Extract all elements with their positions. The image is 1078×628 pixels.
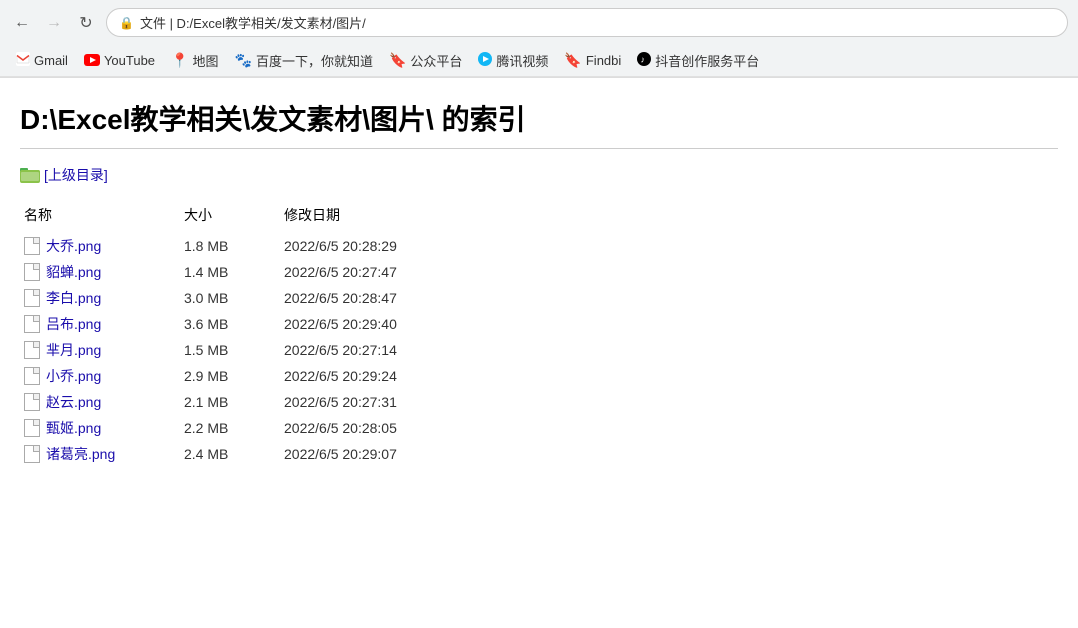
table-header-row: 名称 大小 修改日期 [20, 201, 1058, 233]
bookmark-youtube[interactable]: YouTube [78, 51, 161, 71]
file-date-cell: 2022/6/5 20:28:29 [280, 233, 1058, 259]
nav-bar: ← → ↻ 🔒 文件 | D:/Excel教学相关/发文素材/图片/ [0, 0, 1078, 45]
col-date-header: 修改日期 [280, 201, 1058, 233]
file-icon [24, 289, 40, 307]
address-text: 文件 | D:/Excel教学相关/发文素材/图片/ [140, 13, 366, 32]
bookmark-findbi[interactable]: 🔖 Findbi [558, 50, 627, 71]
file-icon [24, 445, 40, 463]
col-name-header: 名称 [20, 201, 180, 233]
folder-icon [20, 167, 40, 183]
file-name-cell: 貂蝉.png [20, 259, 180, 285]
file-date-cell: 2022/6/5 20:27:47 [280, 259, 1058, 285]
file-name-cell: 诸葛亮.png [20, 441, 180, 467]
file-icon [24, 393, 40, 411]
table-row: 芈月.png 1.5 MB2022/6/5 20:27:14 [20, 337, 1058, 363]
file-size-cell: 3.0 MB [180, 285, 280, 311]
file-size-cell: 2.2 MB [180, 415, 280, 441]
file-size-cell: 2.4 MB [180, 441, 280, 467]
file-name-cell: 芈月.png [20, 337, 180, 363]
file-icon [24, 263, 40, 281]
file-date-cell: 2022/6/5 20:29:40 [280, 311, 1058, 337]
bookmark-baidu[interactable]: 🐾百度一下，你就知道 [229, 49, 379, 72]
col-size-header: 大小 [180, 201, 280, 233]
file-table-body: 大乔.png 1.8 MB2022/6/5 20:28:29 貂蝉.png 1.4 M… [20, 233, 1058, 467]
file-date-cell: 2022/6/5 20:29:07 [280, 441, 1058, 467]
file-date-cell: 2022/6/5 20:27:31 [280, 389, 1058, 415]
back-button[interactable]: ← [10, 11, 34, 35]
parent-dir-link[interactable]: [上级目录] [44, 165, 108, 185]
table-row: 吕布.png 3.6 MB2022/6/5 20:29:40 [20, 311, 1058, 337]
file-size-cell: 2.9 MB [180, 363, 280, 389]
file-link[interactable]: 赵云.png [46, 392, 101, 412]
bookmarks-bar: GmailYouTube📍地图🐾百度一下，你就知道🔖公众平台腾讯视频🔖Findb… [0, 45, 1078, 77]
svg-text:♪: ♪ [641, 55, 646, 65]
maps-icon: 📍 [171, 52, 188, 69]
tencent-icon [478, 52, 492, 69]
file-date-cell: 2022/6/5 20:29:24 [280, 363, 1058, 389]
file-date-cell: 2022/6/5 20:27:14 [280, 337, 1058, 363]
file-icon [24, 367, 40, 385]
baidu-icon: 🐾 [235, 52, 252, 69]
file-size-cell: 1.4 MB [180, 259, 280, 285]
table-row: 小乔.png 2.9 MB2022/6/5 20:29:24 [20, 363, 1058, 389]
bookmark-findbi-label: Findbi [586, 53, 621, 68]
bookmark-baidu-label: 百度一下，你就知道 [256, 51, 373, 70]
file-table: 名称 大小 修改日期 大乔.png 1.8 MB2022/6/5 20:28:29… [20, 201, 1058, 467]
lock-icon: 🔒 [119, 16, 134, 30]
file-link[interactable]: 吕布.png [46, 314, 101, 334]
address-bar[interactable]: 🔒 文件 | D:/Excel教学相关/发文素材/图片/ [106, 8, 1068, 37]
file-date-cell: 2022/6/5 20:28:47 [280, 285, 1058, 311]
file-size-cell: 2.1 MB [180, 389, 280, 415]
file-name-cell: 赵云.png [20, 389, 180, 415]
table-row: 貂蝉.png 1.4 MB2022/6/5 20:27:47 [20, 259, 1058, 285]
file-name-cell: 李白.png [20, 285, 180, 311]
findbi-icon: 🔖 [564, 52, 581, 69]
youtube-icon [84, 53, 100, 69]
file-name-cell: 大乔.png [20, 233, 180, 259]
page-title: D:\Excel教学相关\发文素材\图片\ 的索引 [20, 98, 1058, 149]
table-row: 李白.png 3.0 MB2022/6/5 20:28:47 [20, 285, 1058, 311]
parent-dir: [上级目录] [20, 165, 1058, 185]
page-content: D:\Excel教学相关\发文素材\图片\ 的索引 [上级目录] 名称 大小 修… [0, 78, 1078, 598]
file-icon [24, 237, 40, 255]
browser-chrome: ← → ↻ 🔒 文件 | D:/Excel教学相关/发文素材/图片/ Gmail… [0, 0, 1078, 78]
file-link[interactable]: 诸葛亮.png [46, 444, 115, 464]
bookmark-tencent-label: 腾讯视频 [496, 51, 548, 70]
file-date-cell: 2022/6/5 20:28:05 [280, 415, 1058, 441]
bookmark-maps[interactable]: 📍地图 [165, 49, 224, 72]
bookmark-maps-label: 地图 [192, 51, 218, 70]
file-name-cell: 小乔.png [20, 363, 180, 389]
table-row: 大乔.png 1.8 MB2022/6/5 20:28:29 [20, 233, 1058, 259]
bookmark-tencent[interactable]: 腾讯视频 [472, 49, 554, 72]
table-row: 赵云.png 2.1 MB2022/6/5 20:27:31 [20, 389, 1058, 415]
table-row: 诸葛亮.png 2.4 MB2022/6/5 20:29:07 [20, 441, 1058, 467]
file-name-cell: 吕布.png [20, 311, 180, 337]
gmail-icon [16, 52, 30, 69]
file-link[interactable]: 小乔.png [46, 366, 101, 386]
file-name-cell: 甄姬.png [20, 415, 180, 441]
bookmark-gongzhong[interactable]: 🔖公众平台 [383, 49, 468, 72]
file-link[interactable]: 甄姬.png [46, 418, 101, 438]
file-link[interactable]: 芈月.png [46, 340, 101, 360]
file-icon [24, 315, 40, 333]
file-link[interactable]: 李白.png [46, 288, 101, 308]
bookmark-youtube-label: YouTube [104, 53, 155, 68]
file-link[interactable]: 大乔.png [46, 236, 101, 256]
bookmark-douyin-label: 抖音创作服务平台 [655, 51, 759, 70]
file-size-cell: 1.5 MB [180, 337, 280, 363]
gongzhong-icon: 🔖 [389, 52, 406, 69]
reload-button[interactable]: ↻ [74, 11, 98, 35]
table-row: 甄姬.png 2.2 MB2022/6/5 20:28:05 [20, 415, 1058, 441]
file-size-cell: 1.8 MB [180, 233, 280, 259]
bookmark-gmail-label: Gmail [34, 53, 68, 68]
file-icon [24, 341, 40, 359]
file-icon [24, 419, 40, 437]
douyin-icon: ♪ [637, 52, 651, 69]
bookmark-gongzhong-label: 公众平台 [410, 51, 462, 70]
bookmark-douyin[interactable]: ♪ 抖音创作服务平台 [631, 49, 765, 72]
file-size-cell: 3.6 MB [180, 311, 280, 337]
file-link[interactable]: 貂蝉.png [46, 262, 101, 282]
forward-button[interactable]: → [42, 11, 66, 35]
bookmark-gmail[interactable]: Gmail [10, 50, 74, 71]
